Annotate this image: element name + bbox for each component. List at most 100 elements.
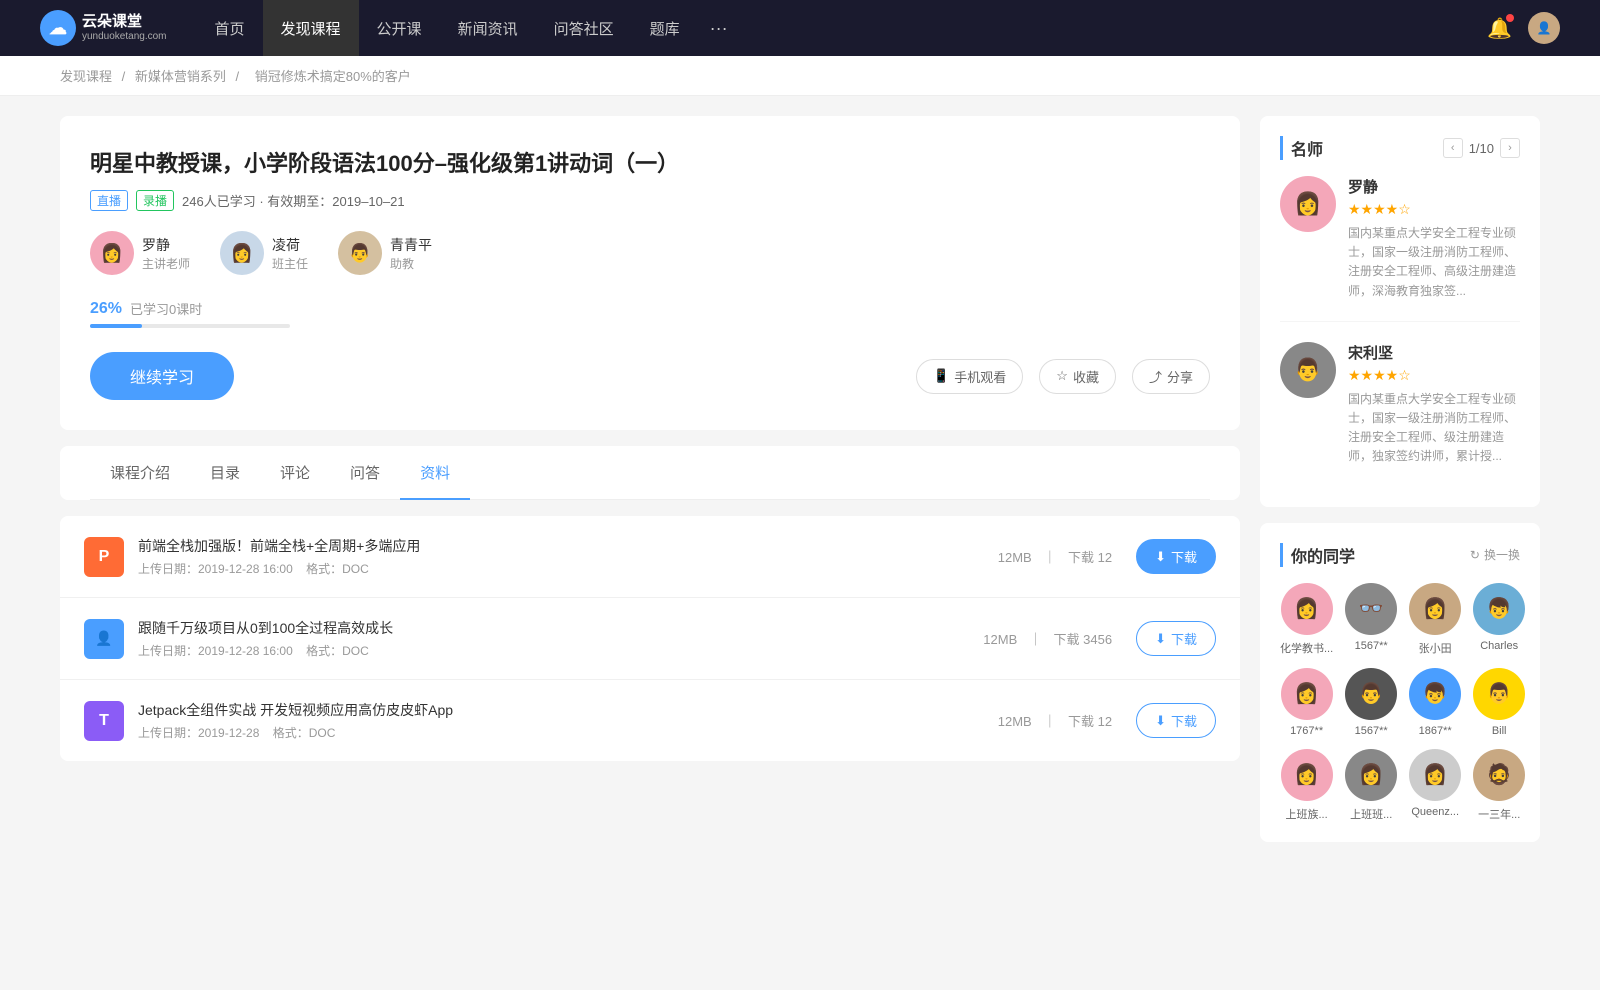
classmate-item[interactable]: 👩 Queenz...	[1409, 749, 1461, 822]
breadcrumb-current: 销冠修炼术搞定80%的客户	[255, 69, 411, 84]
refresh-icon: ↻	[1470, 548, 1480, 562]
tab-qa[interactable]: 问答	[330, 446, 400, 499]
teacher-2: 👩 凌荷 班主任	[220, 231, 308, 275]
classmate-item[interactable]: 👩 化学教书...	[1280, 583, 1333, 656]
course-card: 明星中教授课，小学阶段语法100分–强化级第1讲动词（一） 直播 录播 246人…	[60, 116, 1240, 430]
resource-icon-2: 👤	[84, 619, 124, 659]
header: ☁ 云朵课堂 yunduoketang.com 首页 发现课程 公开课 新闻资讯…	[0, 0, 1600, 56]
resource-info-2: 跟随千万级项目从0到100全过程高效成长 上传日期：2019-12-28 16:…	[138, 618, 979, 659]
action-buttons: 📱 手机观看 ☆ 收藏 ⤴ 分享	[916, 359, 1210, 394]
classmate-item[interactable]: 👨 1567**	[1345, 668, 1397, 737]
resource-downloads-3: 下载 12	[1068, 714, 1112, 729]
classmates-title: 你的同学	[1280, 543, 1355, 567]
resource-item: P 前端全栈加强版！前端全栈+全周期+多端应用 上传日期：2019-12-28 …	[60, 516, 1240, 598]
sidebar-teacher-desc-2: 国内某重点大学安全工程专业硕士，国家一级注册消防工程师、注册安全工程师、级注册建…	[1348, 390, 1520, 467]
header-right: 🔔 👤	[1487, 12, 1560, 44]
bell-icon[interactable]: 🔔	[1487, 16, 1512, 41]
nav-news[interactable]: 新闻资讯	[440, 0, 536, 56]
nav-public[interactable]: 公开课	[359, 0, 440, 56]
breadcrumb-series[interactable]: 新媒体营销系列	[135, 69, 226, 84]
classmates-sidebar: 你的同学 ↻ 换一换 👩 化学教书... 👓 1567** 👩 张小田 👦 Ch…	[1260, 523, 1540, 842]
collect-icon: ☆	[1056, 368, 1068, 384]
main-container: 明星中教授课，小学阶段语法100分–强化级第1讲动词（一） 直播 录播 246人…	[0, 96, 1600, 878]
classmate-item[interactable]: 👩 1767**	[1280, 668, 1333, 737]
teachers-pagination: ‹ 1/10 ›	[1443, 138, 1520, 158]
resource-meta-1: 上传日期：2019-12-28 16:00 格式：DOC	[138, 560, 994, 577]
classmate-item[interactable]: 👦 Charles	[1473, 583, 1525, 656]
resource-meta-2: 上传日期：2019-12-28 16:00 格式：DOC	[138, 642, 979, 659]
resource-date-2: 上传日期：2019-12-28 16:00	[138, 644, 293, 658]
classmate-item[interactable]: 👦 1867**	[1409, 668, 1461, 737]
next-page-button[interactable]: ›	[1500, 138, 1520, 158]
classmate-item[interactable]: 🧔 一三年...	[1473, 749, 1525, 822]
progress-label: 26% 已学习0课时	[90, 299, 1210, 318]
mobile-watch-button[interactable]: 📱 手机观看	[916, 359, 1023, 394]
page-current: 1/10	[1469, 141, 1494, 156]
tab-contents[interactable]: 目录	[190, 446, 260, 499]
resource-format-3: 格式：DOC	[273, 726, 336, 740]
resource-size-1: 12MB	[998, 550, 1032, 565]
refresh-classmates-button[interactable]: ↻ 换一换	[1470, 546, 1520, 563]
tab-comments[interactable]: 评论	[260, 446, 330, 499]
collect-label: 收藏	[1073, 367, 1099, 386]
teacher-1: 👩 罗静 主讲老师	[90, 231, 190, 275]
sidebar-teacher-name-2: 宋利坚	[1348, 342, 1520, 363]
classmate-avatar: 👩	[1281, 749, 1333, 801]
continue-button[interactable]: 继续学习	[90, 352, 234, 400]
teacher-name-1: 罗静	[142, 235, 190, 255]
tab-intro[interactable]: 课程介绍	[90, 446, 190, 499]
main-nav: 首页 发现课程 公开课 新闻资讯 问答社区 题库 ···	[197, 0, 1488, 56]
progress-bar-fill	[90, 324, 142, 328]
download-button-3[interactable]: ⬇ 下载	[1136, 703, 1216, 738]
classmate-avatar: 👩	[1281, 583, 1333, 635]
teachers-sidebar: 名师 ‹ 1/10 › 👩 罗静 ★★★★☆ 国内某重点大学安全工程专业硕士，国…	[1260, 116, 1540, 507]
resource-downloads-1: 下载 12	[1068, 550, 1112, 565]
tag-live: 直播	[90, 190, 128, 211]
progress-desc: 已学习0课时	[130, 299, 202, 318]
classmate-avatar: 👩	[1345, 749, 1397, 801]
stars-1: ★★★★☆	[1348, 201, 1520, 218]
classmate-item[interactable]: 👩 上班族...	[1280, 749, 1333, 822]
resource-title-3: Jetpack全组件实战 开发短视频应用高仿皮皮虾App	[138, 700, 994, 720]
share-button[interactable]: ⤴ 分享	[1132, 359, 1210, 394]
progress-bar-bg	[90, 324, 290, 328]
classmate-item[interactable]: 👩 张小田	[1409, 583, 1461, 656]
classmates-header: 你的同学 ↻ 换一换	[1280, 543, 1520, 567]
breadcrumb-discover[interactable]: 发现课程	[60, 69, 112, 84]
content-right: 名师 ‹ 1/10 › 👩 罗静 ★★★★☆ 国内某重点大学安全工程专业硕士，国…	[1260, 116, 1540, 858]
download-button-1[interactable]: ⬇ 下载	[1136, 539, 1216, 574]
mobile-icon: 📱	[933, 368, 949, 384]
user-avatar[interactable]: 👤	[1528, 12, 1560, 44]
resource-item-2: 👤 跟随千万级项目从0到100全过程高效成长 上传日期：2019-12-28 1…	[60, 598, 1240, 680]
resource-date-1: 上传日期：2019-12-28 16:00	[138, 562, 293, 576]
classmate-item[interactable]: 👨 Bill	[1473, 668, 1525, 737]
sidebar-teacher-name-1: 罗静	[1348, 176, 1520, 197]
prev-page-button[interactable]: ‹	[1443, 138, 1463, 158]
classmate-name: 一三年...	[1478, 806, 1520, 822]
nav-more[interactable]: ···	[698, 18, 740, 39]
teacher-3: 👨 青青平 助教	[338, 231, 432, 275]
download-button-2[interactable]: ⬇ 下载	[1136, 621, 1216, 656]
nav-discover[interactable]: 发现课程	[263, 0, 359, 56]
collect-button[interactable]: ☆ 收藏	[1039, 359, 1116, 394]
logo-icon: ☁	[40, 10, 76, 46]
refresh-label: 换一换	[1484, 546, 1520, 563]
classmate-item[interactable]: 👓 1567**	[1345, 583, 1397, 656]
teacher-name-2: 凌荷	[272, 235, 308, 255]
resource-stats-1: 12MB ｜ 下载 12	[994, 547, 1116, 566]
nav-quiz[interactable]: 题库	[632, 0, 698, 56]
progress-percent: 26%	[90, 300, 122, 318]
classmate-name: Bill	[1492, 725, 1507, 737]
resource-icon-3: T	[84, 701, 124, 741]
teacher-role-2: 班主任	[272, 255, 308, 272]
nav-qa[interactable]: 问答社区	[536, 0, 632, 56]
classmate-name: 1567**	[1355, 640, 1388, 652]
teachers-sidebar-title: 名师	[1280, 136, 1323, 160]
notification-dot	[1506, 14, 1514, 22]
classmate-item[interactable]: 👩 上班班...	[1345, 749, 1397, 822]
classmate-avatar: 👨	[1473, 668, 1525, 720]
nav-home[interactable]: 首页	[197, 0, 263, 56]
classmate-avatar: 👦	[1409, 668, 1461, 720]
tab-resources[interactable]: 资料	[400, 446, 470, 499]
logo[interactable]: ☁ 云朵课堂 yunduoketang.com	[40, 10, 167, 46]
